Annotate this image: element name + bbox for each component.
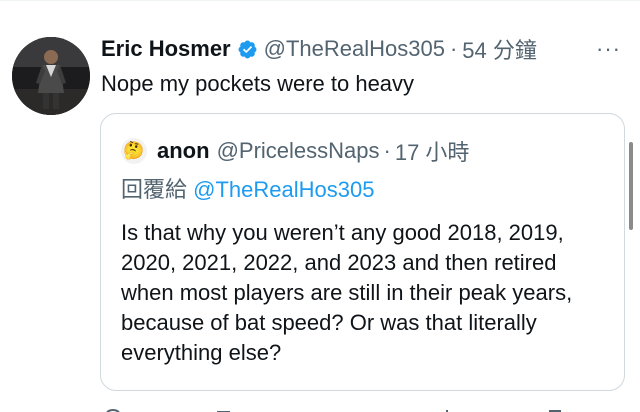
quoted-tweet-header: 🤔 anon @PricelessNaps · 17 小時: [121, 136, 469, 166]
separator-dot: ·: [449, 36, 458, 61]
separator-dot: ·: [383, 138, 391, 163]
scrollbar[interactable]: [629, 142, 633, 230]
like-icon[interactable]: [326, 404, 344, 412]
replying-to: 回覆給 @TheRealHos305: [121, 176, 374, 204]
thinking-face-icon: 🤔: [123, 141, 145, 161]
more-options-icon[interactable]: ···: [596, 36, 621, 62]
divider: [0, 0, 640, 1]
quoted-tweet-card[interactable]: 🤔 anon @PricelessNaps · 17 小時 回覆給 @TheRe…: [100, 113, 625, 391]
replying-to-label: 回覆給: [121, 177, 188, 202]
tweet-text: Nope my pockets were to heavy: [101, 71, 415, 96]
tweet-actions: [100, 404, 625, 412]
replying-to-handle[interactable]: @TheRealHos305: [193, 177, 374, 202]
quoted-author-handle: @PricelessNaps: [216, 138, 380, 163]
timestamp[interactable]: 54 分鐘: [462, 33, 537, 65]
quoted-tweet-text: Is that why you weren’t any good 2018, 2…: [121, 220, 573, 365]
author-name[interactable]: Eric Hosmer: [101, 36, 231, 62]
reply-icon[interactable]: [104, 404, 122, 412]
views-icon[interactable]: [438, 404, 456, 412]
quoted-timestamp: 17 小時: [394, 140, 470, 165]
avatar[interactable]: [12, 37, 90, 115]
verified-badge-icon: [237, 39, 258, 60]
bookmark-icon[interactable]: [546, 404, 564, 412]
quoted-avatar[interactable]: 🤔: [121, 138, 147, 164]
retweet-icon[interactable]: [216, 404, 234, 412]
tweet-page: Eric Hosmer @TheRealHos305 · 54 分鐘 ··· N…: [0, 0, 640, 412]
quoted-author-name: anon: [157, 138, 210, 163]
tweet-header: Eric Hosmer @TheRealHos305 · 54 分鐘: [101, 33, 537, 65]
author-handle[interactable]: @TheRealHos305: [264, 36, 445, 62]
